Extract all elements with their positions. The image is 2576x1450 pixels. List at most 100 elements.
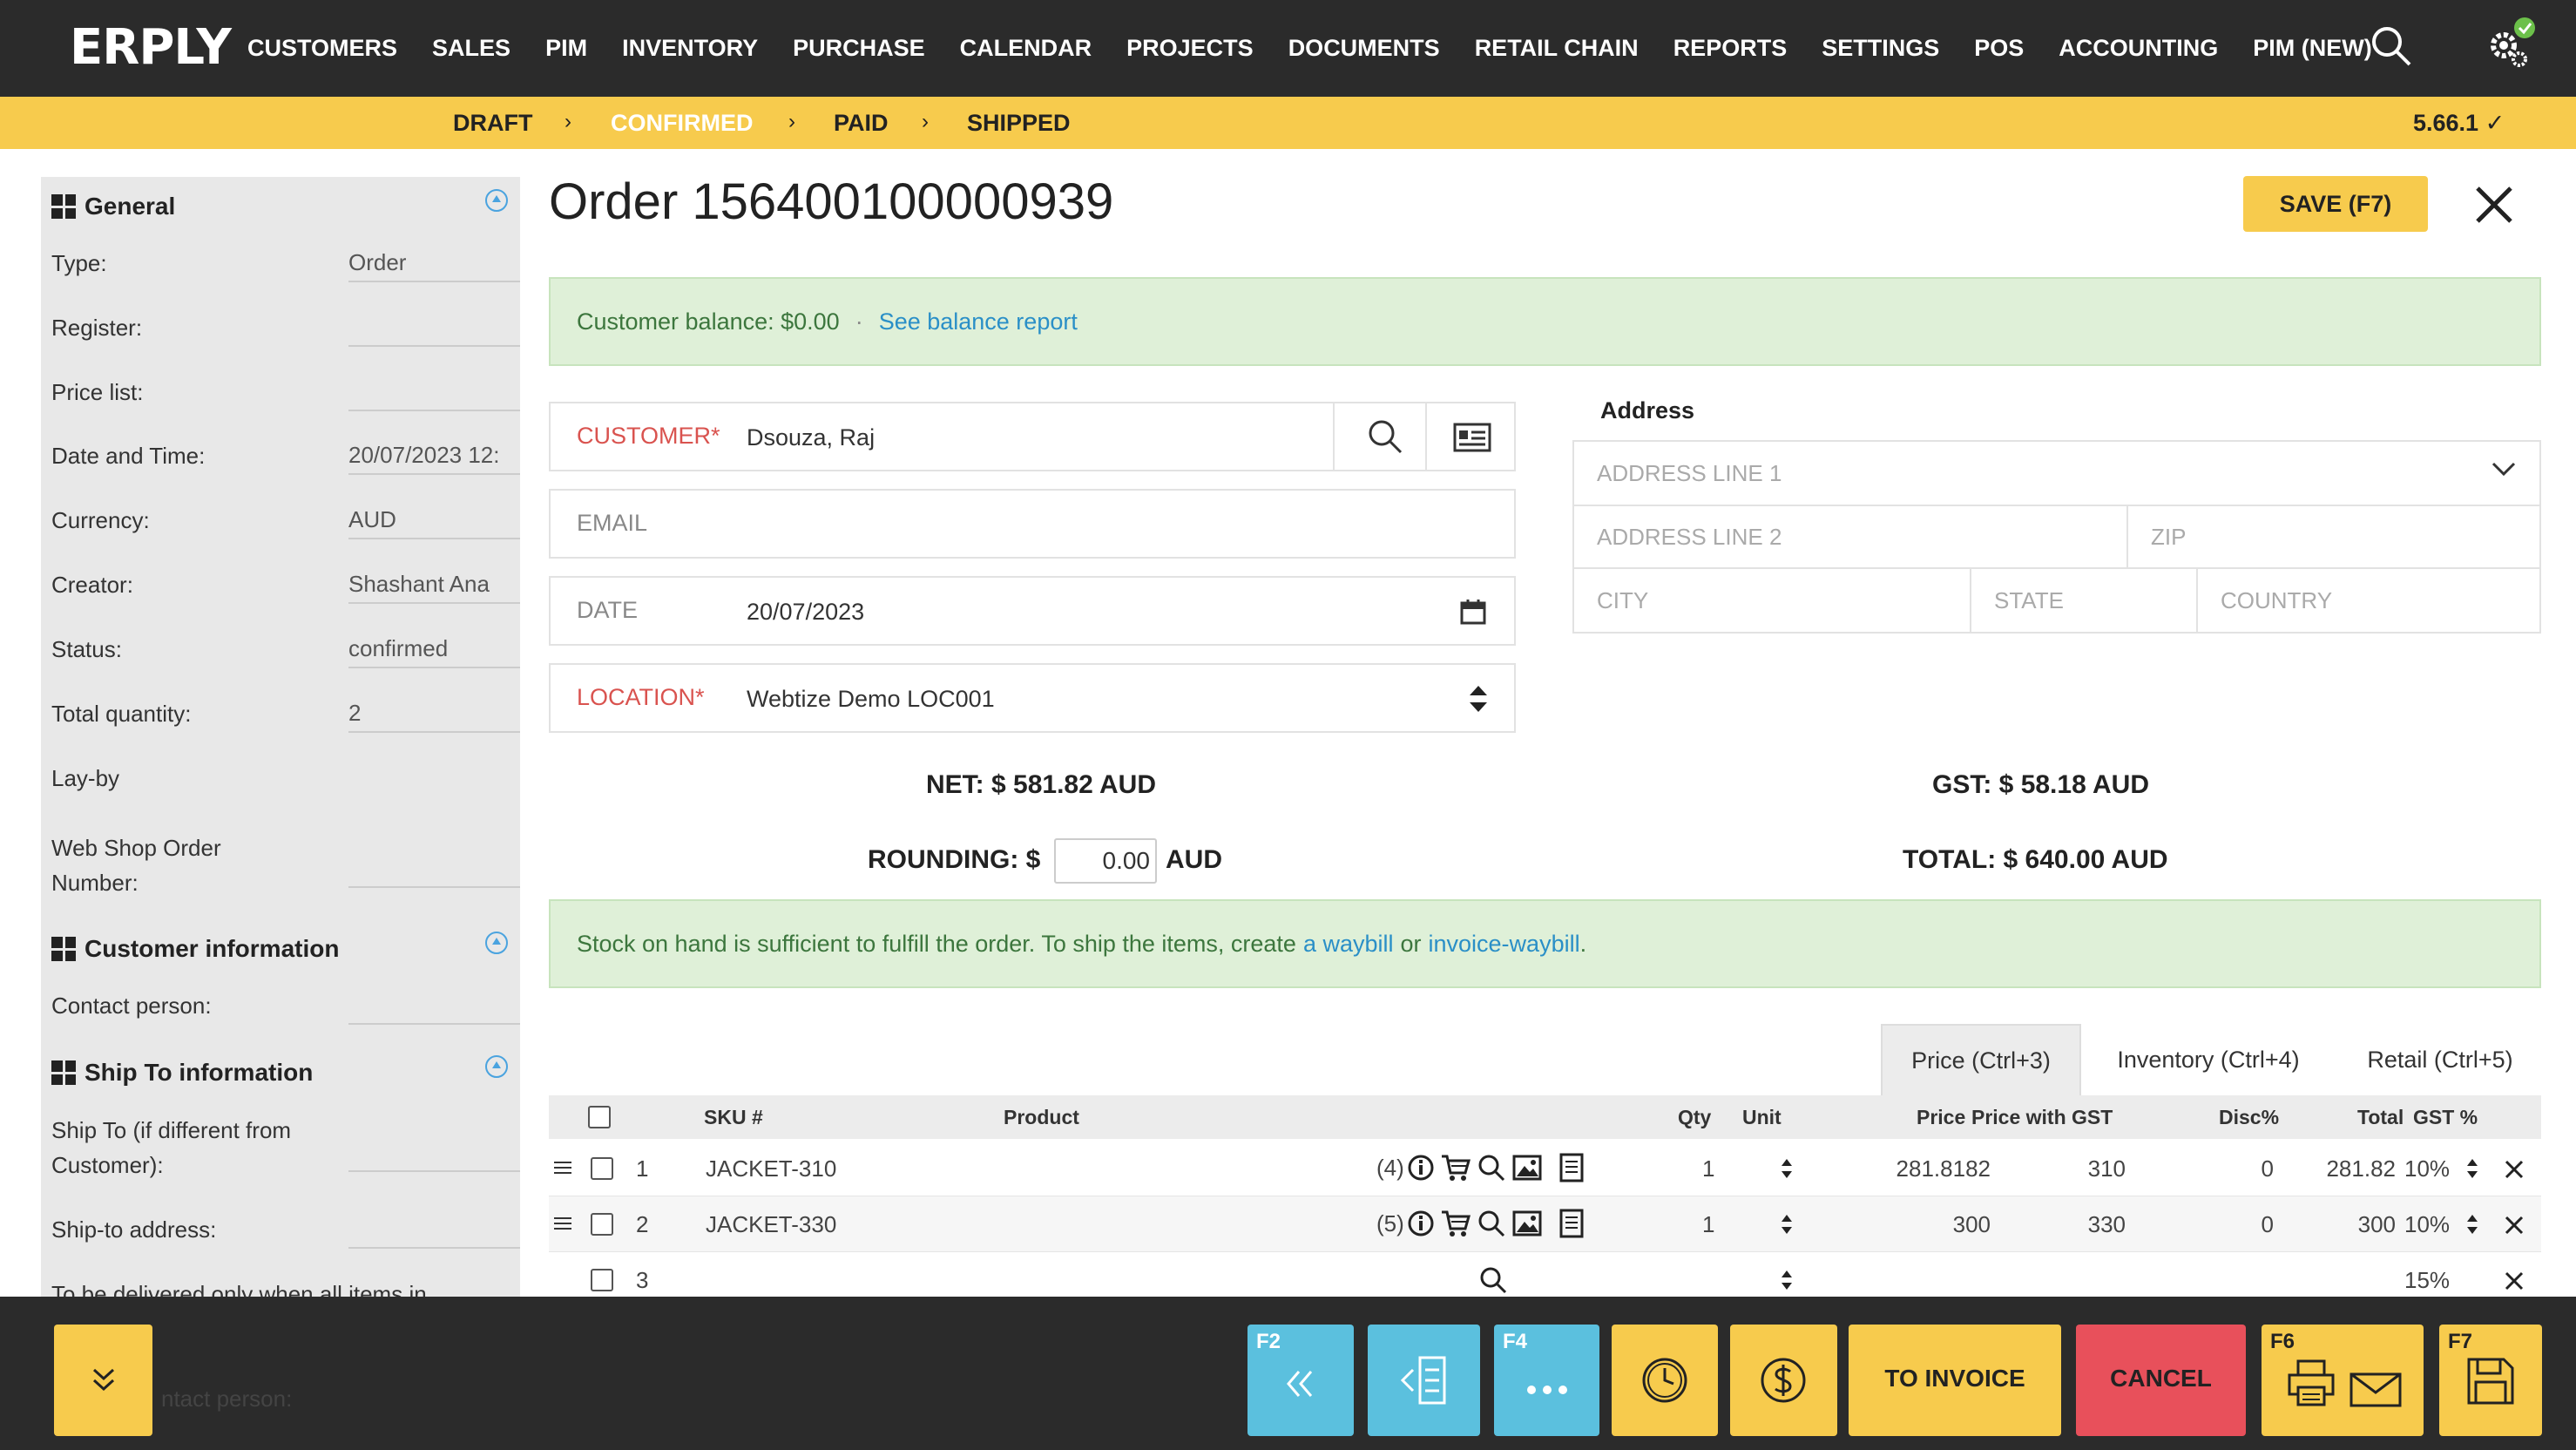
save-button[interactable]: SAVE (F7): [2243, 176, 2428, 232]
close-icon[interactable]: [2472, 183, 2516, 227]
document-icon[interactable]: [1558, 1153, 1585, 1182]
rounding-input[interactable]: 0.00: [1054, 838, 1157, 884]
unit-select-arrows-icon[interactable]: [1781, 1158, 1793, 1179]
gst-select-arrows-icon[interactable]: [2466, 1158, 2478, 1179]
unit-select-arrows-icon[interactable]: [1781, 1270, 1793, 1291]
table-row[interactable]: 1 JACKET-310 (4) 1 281.8182 310 0 281.82…: [549, 1141, 2541, 1196]
cart-icon[interactable]: [1441, 1154, 1471, 1182]
tab-price[interactable]: Price (Ctrl+3): [1881, 1024, 2081, 1095]
ship-to-section-header[interactable]: Ship To information: [51, 1059, 313, 1087]
status-shipped[interactable]: SHIPPED: [967, 110, 1071, 137]
webshop-order-number-input[interactable]: [348, 848, 520, 888]
search-icon[interactable]: [2370, 24, 2413, 68]
table-row[interactable]: 3 15%: [549, 1252, 2541, 1297]
status-select[interactable]: confirmed: [348, 628, 520, 668]
city-input[interactable]: CITY: [1572, 567, 1971, 634]
search-icon[interactable]: [1479, 1266, 1507, 1294]
menu-inventory[interactable]: INVENTORY: [622, 35, 758, 62]
settings-gear-icon[interactable]: [2485, 16, 2539, 70]
info-icon[interactable]: [1408, 1209, 1434, 1237]
row-checkbox[interactable]: [591, 1157, 613, 1180]
search-icon[interactable]: [1477, 1154, 1505, 1182]
chevron-down-icon[interactable]: [2491, 461, 2517, 478]
tab-inventory[interactable]: Inventory (Ctrl+4): [2099, 1024, 2317, 1095]
address-line2-input[interactable]: ADDRESS LINE 2: [1572, 505, 2128, 569]
customer-info-section-header[interactable]: Customer information: [51, 935, 339, 963]
print-email-button[interactable]: F6: [2262, 1325, 2424, 1436]
payment-button[interactable]: [1730, 1325, 1837, 1436]
zip-input[interactable]: ZIP: [2126, 505, 2541, 569]
customer-value[interactable]: Dsouza, Raj: [747, 424, 875, 451]
row-price-with-gst[interactable]: 330: [2030, 1211, 2126, 1238]
erply-logo[interactable]: ERPLY: [70, 19, 232, 76]
menu-pos[interactable]: POS: [1974, 35, 2024, 62]
collapse-icon[interactable]: [485, 1055, 508, 1078]
email-field[interactable]: EMAIL: [549, 489, 1516, 559]
collapse-icon[interactable]: [485, 189, 508, 212]
save-bottom-button[interactable]: F7: [2439, 1325, 2542, 1436]
state-input[interactable]: STATE: [1970, 567, 2198, 634]
row-sku[interactable]: JACKET-310: [706, 1155, 836, 1182]
remove-row-icon[interactable]: [2505, 1160, 2524, 1179]
date-value[interactable]: 20/07/2023: [747, 599, 864, 626]
previous-button[interactable]: F2: [1247, 1325, 1354, 1436]
invoice-waybill-link[interactable]: invoice-waybill: [1429, 931, 1580, 958]
waybill-link[interactable]: a waybill: [1303, 931, 1394, 958]
row-price[interactable]: 300: [1869, 1211, 1991, 1238]
search-icon[interactable]: [1477, 1209, 1505, 1237]
menu-retail-chain[interactable]: RETAIL CHAIN: [1475, 35, 1639, 62]
row-sku[interactable]: JACKET-330: [706, 1211, 836, 1238]
calendar-icon[interactable]: [1460, 599, 1486, 625]
table-row[interactable]: 2 JACKET-330 (5) 1 300 330 0 300 10%: [549, 1196, 2541, 1252]
row-discount[interactable]: 0: [2204, 1155, 2274, 1182]
select-all-checkbox[interactable]: [588, 1106, 611, 1128]
ship-to-input[interactable]: [348, 1132, 520, 1172]
address-line1-input[interactable]: ADDRESS LINE 1: [1572, 440, 2541, 506]
history-button[interactable]: [1612, 1325, 1718, 1436]
row-discount[interactable]: 0: [2204, 1211, 2274, 1238]
menu-pim-new[interactable]: PIM (NEW): [2253, 35, 2371, 62]
remove-row-icon[interactable]: [2505, 1216, 2524, 1235]
to-invoice-button[interactable]: TO INVOICE: [1849, 1325, 2061, 1436]
status-confirmed[interactable]: CONFIRMED: [611, 110, 754, 137]
menu-calendar[interactable]: CALENDAR: [960, 35, 1092, 62]
cancel-button[interactable]: CANCEL: [2076, 1325, 2246, 1436]
status-paid[interactable]: PAID: [834, 110, 889, 137]
more-options-button[interactable]: F4: [1494, 1325, 1599, 1436]
datetime-field[interactable]: 20/07/2023 12:: [348, 435, 520, 475]
drag-handle-icon[interactable]: [554, 1162, 571, 1174]
image-icon[interactable]: [1512, 1210, 1542, 1237]
contact-person-select[interactable]: [348, 985, 520, 1025]
menu-sales[interactable]: SALES: [432, 35, 510, 62]
image-icon[interactable]: [1512, 1155, 1542, 1181]
document-icon[interactable]: [1558, 1209, 1585, 1238]
info-icon[interactable]: [1408, 1154, 1434, 1182]
ship-to-address-select[interactable]: [348, 1209, 520, 1249]
menu-pim[interactable]: PIM: [545, 35, 587, 62]
register-select[interactable]: [348, 307, 520, 347]
menu-reports[interactable]: REPORTS: [1673, 35, 1788, 62]
creator-select[interactable]: Shashant Ana: [348, 564, 520, 604]
remove-row-icon[interactable]: [2505, 1271, 2524, 1291]
pricelist-select[interactable]: [348, 371, 520, 411]
date-field[interactable]: DATE 20/07/2023: [549, 576, 1516, 646]
cart-icon[interactable]: [1441, 1209, 1471, 1237]
customer-search-icon[interactable]: [1366, 417, 1404, 456]
row-qty[interactable]: 1: [1702, 1211, 1714, 1238]
tab-retail[interactable]: Retail (Ctrl+5): [2339, 1024, 2541, 1095]
country-input[interactable]: COUNTRY: [2196, 567, 2541, 634]
row-price-with-gst[interactable]: 310: [2030, 1155, 2126, 1182]
import-rows-button[interactable]: [1368, 1325, 1480, 1436]
unit-select-arrows-icon[interactable]: [1781, 1214, 1793, 1235]
expand-button[interactable]: [54, 1325, 152, 1436]
location-field[interactable]: LOCATION* Webtize Demo LOC001: [549, 663, 1516, 733]
see-balance-report-link[interactable]: See balance report: [879, 308, 1078, 335]
currency-select[interactable]: AUD: [348, 499, 520, 539]
select-arrows-icon[interactable]: [1469, 684, 1488, 714]
row-checkbox[interactable]: [591, 1269, 613, 1291]
menu-purchase[interactable]: PURCHASE: [793, 35, 925, 62]
status-draft[interactable]: DRAFT: [453, 110, 532, 137]
menu-projects[interactable]: PROJECTS: [1126, 35, 1254, 62]
menu-customers[interactable]: CUSTOMERS: [247, 35, 397, 62]
collapse-icon[interactable]: [485, 932, 508, 954]
